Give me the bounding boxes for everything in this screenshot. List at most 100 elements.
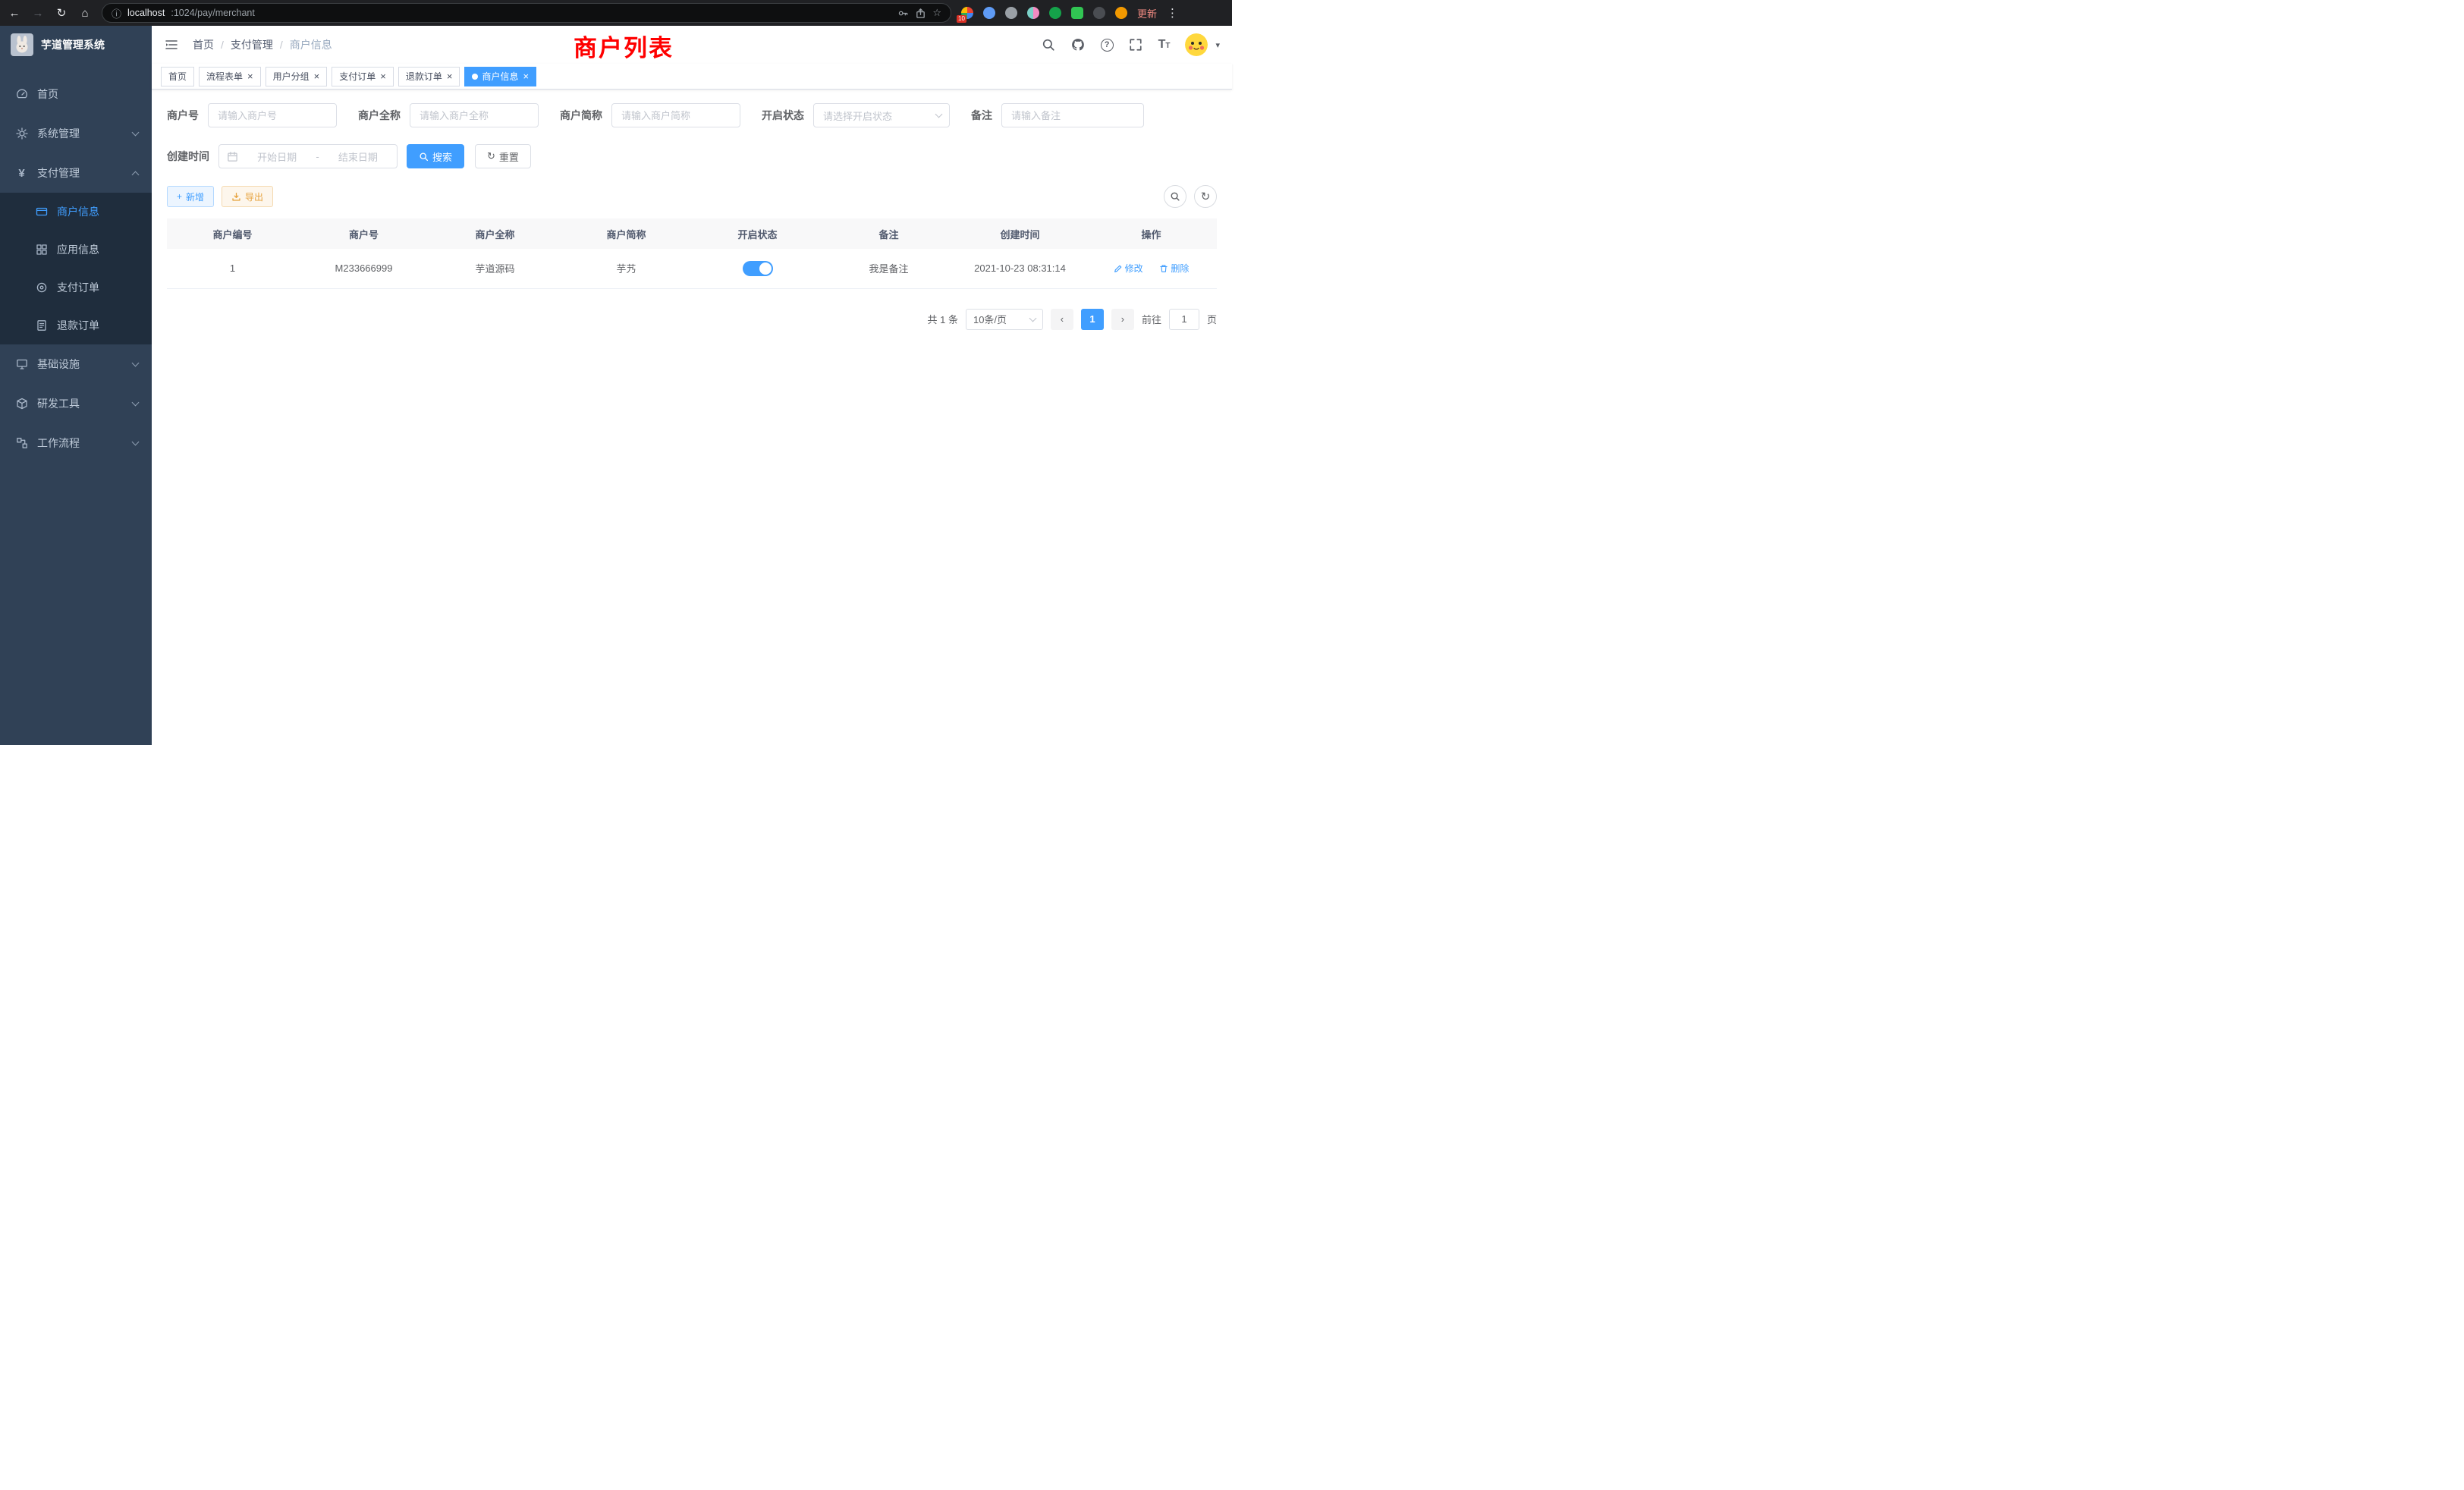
browser-home-icon[interactable]: ⌂: [78, 8, 92, 19]
logo[interactable]: 芋道管理系统: [0, 26, 152, 64]
fullscreen-icon[interactable]: [1129, 38, 1143, 52]
share-icon[interactable]: [915, 8, 926, 19]
top-navbar: 首页 / 支付管理 / 商户信息 商户列表 ? TT ▾: [152, 26, 1232, 64]
user-avatar[interactable]: [1185, 33, 1208, 56]
export-button[interactable]: 导出: [222, 186, 273, 207]
extension-icon[interactable]: [1005, 7, 1017, 19]
close-icon[interactable]: ×: [447, 71, 453, 81]
help-icon[interactable]: ?: [1101, 39, 1114, 52]
site-info-icon[interactable]: ⓘ: [112, 6, 121, 20]
sidebar-item-refund-order[interactable]: 退款订单: [0, 306, 152, 344]
search-icon: [419, 152, 429, 162]
extension-icon[interactable]: [1093, 7, 1105, 19]
close-icon[interactable]: ×: [314, 71, 320, 81]
main-area: 首页 / 支付管理 / 商户信息 商户列表 ? TT ▾: [152, 26, 1232, 745]
sidebar-menu: 首页 系统管理 ¥ 支付管理 商户信息 应用信息: [0, 74, 152, 463]
sidebar-item-home[interactable]: 首页: [0, 74, 152, 114]
extension-icon[interactable]: 10: [961, 7, 973, 19]
table-header-row: 商户编号 商户号 商户全称 商户简称 开启状态 备注 创建时间 操作: [167, 218, 1217, 249]
sidebar-item-workflow[interactable]: 工作流程: [0, 423, 152, 463]
sidebar-item-label: 应用信息: [57, 242, 99, 257]
status-toggle[interactable]: [743, 261, 773, 276]
bookmark-star-icon[interactable]: ☆: [932, 7, 941, 19]
yen-icon: ¥: [15, 167, 28, 180]
tab-label: 商户信息: [482, 70, 518, 83]
browser-reload-icon[interactable]: ↻: [55, 8, 68, 19]
sidebar-item-infrastructure[interactable]: 基础设施: [0, 344, 152, 384]
sidebar-item-pay-order[interactable]: 支付订单: [0, 269, 152, 306]
browser-chrome: ← → ↻ ⌂ ⓘ localhost:1024/pay/merchant ☆ …: [0, 0, 1232, 26]
toggle-search-button[interactable]: [1164, 185, 1186, 208]
extension-icon[interactable]: [1049, 7, 1061, 19]
extension-icon[interactable]: [1071, 7, 1083, 19]
extension-icon[interactable]: [983, 7, 995, 19]
field-label: 开启状态: [762, 108, 804, 123]
font-size-icon[interactable]: TT: [1158, 39, 1171, 51]
sidebar-item-app-info[interactable]: 应用信息: [0, 231, 152, 269]
refresh-icon: ↻: [1201, 190, 1211, 203]
tab-user-group[interactable]: 用户分组 ×: [266, 67, 328, 86]
browser-forward-icon[interactable]: →: [31, 8, 45, 19]
tab-refund-order[interactable]: 退款订单 ×: [398, 67, 460, 86]
breadcrumb-payment[interactable]: 支付管理: [231, 37, 273, 52]
page-content: 商户号 商户全称 商户简称 开启状态 请选择开启状态: [152, 90, 1232, 745]
tab-pay-order[interactable]: 支付订单 ×: [332, 67, 394, 86]
profile-avatar-icon[interactable]: [1115, 7, 1127, 19]
refresh-icon: ↻: [487, 150, 495, 162]
merchant-card-icon: [35, 206, 48, 218]
merchant-no-input[interactable]: [208, 103, 337, 127]
user-menu-caret-icon[interactable]: ▾: [1215, 40, 1220, 50]
goto-suffix: 页: [1207, 312, 1217, 326]
logo-avatar: [11, 33, 33, 56]
url-bar[interactable]: ⓘ localhost:1024/pay/merchant ☆: [102, 3, 951, 23]
sidebar-item-dev-tools[interactable]: 研发工具: [0, 384, 152, 423]
tab-home[interactable]: 首页: [161, 67, 194, 86]
sidebar-item-payment[interactable]: ¥ 支付管理: [0, 153, 152, 193]
prev-page-button[interactable]: ‹: [1051, 309, 1073, 330]
filter-short-name: 商户简称: [560, 103, 740, 127]
close-icon[interactable]: ×: [380, 71, 386, 81]
app-frame: 芋道管理系统 首页 系统管理 ¥ 支付管理 商户信息: [0, 26, 1232, 745]
browser-menu-icon[interactable]: ⋮: [1167, 6, 1178, 20]
reset-button[interactable]: ↻ 重置: [475, 144, 531, 168]
filter-merchant-no: 商户号: [167, 103, 337, 127]
delete-link[interactable]: 删除: [1159, 262, 1189, 275]
merchant-table: 商户编号 商户号 商户全称 商户简称 开启状态 备注 创建时间 操作 1 M23…: [167, 218, 1217, 289]
browser-back-icon[interactable]: ←: [8, 8, 21, 19]
dashboard-icon: [15, 88, 28, 101]
remark-input[interactable]: [1001, 103, 1144, 127]
password-key-icon[interactable]: [897, 8, 909, 19]
add-button[interactable]: + 新增: [167, 186, 214, 207]
filter-remark: 备注: [971, 103, 1144, 127]
github-icon[interactable]: [1071, 38, 1086, 52]
status-select[interactable]: 请选择开启状态: [813, 103, 950, 127]
page-size-select[interactable]: 10条/页: [966, 309, 1043, 330]
column-header: 备注: [823, 218, 954, 249]
page-number-button[interactable]: 1: [1081, 309, 1104, 330]
edit-link[interactable]: 修改: [1114, 262, 1143, 275]
tab-merchant-info[interactable]: 商户信息 ×: [464, 67, 536, 86]
field-label: 商户号: [167, 108, 199, 123]
refresh-table-button[interactable]: ↻: [1194, 185, 1217, 208]
search-button[interactable]: 搜索: [407, 144, 464, 168]
sidebar-item-system[interactable]: 系统管理: [0, 114, 152, 153]
sidebar-item-merchant-info[interactable]: 商户信息: [0, 193, 152, 231]
filter-full-name: 商户全称: [358, 103, 539, 127]
full-name-input[interactable]: [410, 103, 539, 127]
add-button-label: 新增: [186, 190, 204, 203]
browser-update-button[interactable]: 更新: [1137, 6, 1157, 20]
create-time-range-picker[interactable]: 开始日期 - 结束日期: [218, 144, 398, 168]
tab-process-form[interactable]: 流程表单 ×: [199, 67, 261, 86]
close-icon[interactable]: ×: [523, 71, 529, 81]
breadcrumb-home[interactable]: 首页: [193, 37, 214, 52]
goto-page-input[interactable]: [1169, 309, 1199, 330]
search-icon[interactable]: [1042, 38, 1056, 52]
extension-icon[interactable]: [1027, 7, 1039, 19]
hamburger-icon[interactable]: [164, 37, 179, 52]
next-page-button[interactable]: ›: [1111, 309, 1134, 330]
short-name-input[interactable]: [611, 103, 740, 127]
extensions-bar: 10: [961, 7, 1127, 19]
column-header: 开启状态: [692, 218, 823, 249]
url-path: :1024/pay/merchant: [171, 8, 255, 18]
close-icon[interactable]: ×: [247, 71, 253, 81]
